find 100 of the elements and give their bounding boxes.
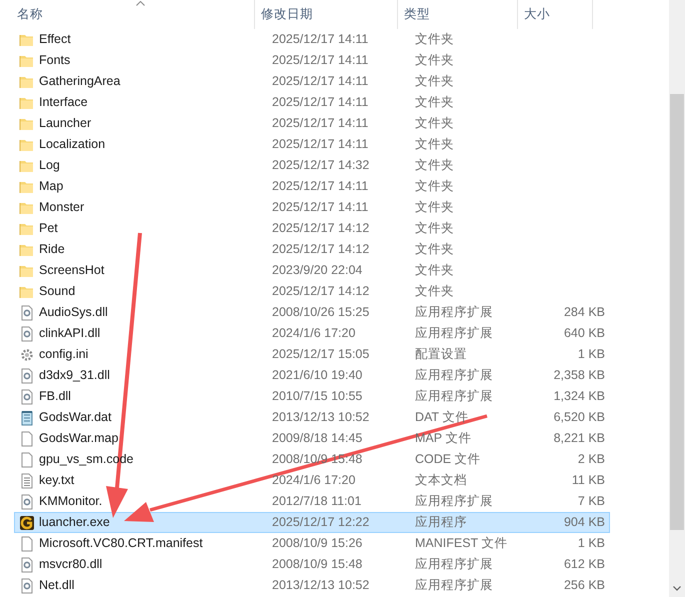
gear-document-icon (19, 578, 35, 594)
file-size: 6,520 KB (554, 410, 605, 424)
file-type: MANIFEST 文件 (415, 536, 508, 550)
file-row[interactable]: Localization 2025/12/17 14:11 文件夹 (14, 134, 610, 155)
file-size: 1 KB (578, 347, 605, 362)
file-name: Interface (39, 94, 88, 112)
file-type: 配置设置 (415, 347, 467, 362)
file-type: 文件夹 (415, 158, 454, 172)
file-name: Ride (39, 241, 65, 258)
file-type: 文件夹 (415, 221, 454, 236)
file-name: Launcher (39, 115, 92, 132)
file-row[interactable]: Effect 2025/12/17 14:11 文件夹 (14, 29, 610, 50)
file-name: FB.dll (39, 388, 71, 406)
file-size: 1 KB (578, 536, 605, 550)
file-row[interactable]: key.txt 2024/1/6 17:20 文本文档 11 KB (14, 470, 610, 491)
modified-date: 2021/6/10 19:40 (272, 368, 362, 382)
modified-date: 2025/12/17 14:11 (272, 116, 368, 130)
file-type: 应用程序扩展 (415, 494, 493, 508)
file-type: 应用程序扩展 (415, 389, 493, 404)
file-name: Sound (39, 283, 76, 300)
file-row[interactable]: Sound 2025/12/17 14:12 文件夹 (14, 281, 610, 302)
file-row[interactable]: Microsoft.VC80.CRT.manifest 2008/10/9 15:26 MANIFEST 文件 1 KB (14, 533, 610, 554)
file-size: 612 KB (564, 557, 605, 572)
file-name: luancher.exe (39, 514, 110, 532)
file-type: 应用程序 (415, 515, 467, 530)
text-document-icon (19, 472, 35, 488)
file-size: 284 KB (564, 305, 605, 320)
modified-date: 2024/1/6 17:20 (272, 326, 356, 340)
file-row[interactable]: msvcr80.dll 2008/10/9 15:48 应用程序扩展 612 KB (14, 554, 610, 575)
file-row[interactable]: GatheringArea 2025/12/17 14:11 文件夹 (14, 71, 610, 92)
gear-document-icon (19, 556, 35, 572)
file-type: 应用程序扩展 (415, 305, 493, 320)
file-type: 应用程序扩展 (415, 557, 493, 572)
file-name: Log (39, 157, 60, 174)
modified-date: 2012/7/18 11:01 (272, 494, 362, 508)
modified-date: 2023/9/20 22:04 (272, 263, 362, 278)
file-name: msvcr80.dll (39, 556, 102, 574)
scrollbar[interactable] (669, 0, 685, 597)
modified-date: 2025/12/17 15:05 (272, 347, 370, 362)
modified-date: 2025/12/17 14:12 (272, 284, 370, 298)
modified-date: 2010/7/15 10:55 (272, 389, 362, 404)
file-size: 8,221 KB (554, 431, 605, 446)
file-row[interactable]: FB.dll 2010/7/15 10:55 应用程序扩展 1,324 KB (14, 386, 610, 407)
modified-date: 2025/12/17 14:11 (272, 74, 368, 88)
file-row[interactable]: Pet 2025/12/17 14:12 文件夹 (14, 218, 610, 239)
file-name: GodsWar.map (39, 430, 118, 448)
file-row[interactable]: GodsWar.dat 2013/12/13 10:52 DAT 文件 6,520 KB (14, 407, 610, 428)
file-type: 应用程序扩展 (415, 326, 493, 340)
scrollbar-thumb[interactable] (670, 94, 684, 530)
file-row[interactable]: Ride 2025/12/17 14:12 文件夹 (14, 239, 610, 260)
letter-g-logo-icon (19, 514, 35, 530)
gear-document-icon (19, 326, 35, 342)
file-type: 应用程序扩展 (415, 368, 493, 382)
file-row[interactable]: config.ini 2025/12/17 15:05 配置设置 1 KB (14, 344, 610, 365)
file-name: ScreensHot (39, 262, 104, 280)
file-row[interactable]: d3dx9_31.dll 2021/6/10 19:40 应用程序扩展 2,358 KB (14, 365, 610, 386)
file-type: 文件夹 (415, 179, 454, 194)
file-type: 文件夹 (415, 200, 454, 214)
file-name: Map (39, 178, 64, 196)
document-icon (19, 430, 35, 446)
file-name: config.ini (39, 346, 88, 364)
file-type: 文件夹 (415, 242, 454, 256)
notepad-icon (19, 410, 35, 426)
file-row[interactable]: Log 2025/12/17 14:32 文件夹 (14, 155, 610, 176)
file-row[interactable]: Launcher 2025/12/17 14:11 文件夹 (14, 113, 610, 134)
file-row[interactable]: clinkAPI.dll 2024/1/6 17:20 应用程序扩展 640 KB (14, 323, 610, 344)
gear-document-icon (19, 304, 35, 320)
gear-document-icon (19, 368, 35, 384)
file-size: 2,358 KB (554, 368, 605, 382)
modified-date: 2024/1/6 17:20 (272, 473, 356, 488)
file-row[interactable]: GodsWar.map 2009/8/18 14:45 MAP 文件 8,221 KB (14, 428, 610, 449)
file-row[interactable]: Map 2025/12/17 14:11 文件夹 (14, 176, 610, 197)
file-row[interactable]: Monster 2025/12/17 14:11 文件夹 (14, 197, 610, 218)
modified-date: 2025/12/17 14:32 (272, 158, 370, 172)
file-row[interactable]: ScreensHot 2023/9/20 22:04 文件夹 (14, 260, 610, 281)
file-type: 文件夹 (415, 74, 454, 88)
scroll-down-icon[interactable] (673, 586, 681, 591)
file-type: 文件夹 (415, 116, 454, 130)
file-type: DAT 文件 (415, 410, 468, 424)
file-row[interactable]: Net.dll 2013/12/13 10:52 应用程序扩展 256 KB (14, 575, 610, 596)
file-name: Pet (39, 220, 58, 238)
file-type: 文本文档 (415, 473, 467, 488)
file-size: 256 KB (564, 578, 605, 592)
modified-date: 2025/12/17 14:11 (272, 137, 368, 152)
file-size: 1,324 KB (554, 389, 605, 404)
gear-icon (19, 346, 35, 362)
file-row[interactable]: luancher.exe 2025/12/17 12:22 应用程序 904 KB (14, 512, 610, 533)
file-type: MAP 文件 (415, 431, 472, 446)
file-row[interactable]: KMMonitor. 2012/7/18 11:01 应用程序扩展 7 KB (14, 491, 610, 512)
column-header[interactable]: 修改日期 (255, 0, 398, 29)
column-header[interactable]: 名称 (0, 0, 255, 29)
file-type: 文件夹 (415, 284, 454, 298)
file-size: 11 KB (572, 473, 605, 488)
file-row[interactable]: Fonts 2025/12/17 14:11 文件夹 (14, 50, 610, 71)
column-header[interactable]: 大小 (518, 0, 593, 29)
column-header[interactable]: 类型 (398, 0, 518, 29)
file-row[interactable]: AudioSys.dll 2008/10/26 15:25 应用程序扩展 284 KB (14, 302, 610, 323)
file-row[interactable]: Interface 2025/12/17 14:11 文件夹 (14, 92, 610, 113)
file-name: Localization (39, 136, 106, 154)
modified-date: 2025/12/17 14:12 (272, 221, 370, 236)
